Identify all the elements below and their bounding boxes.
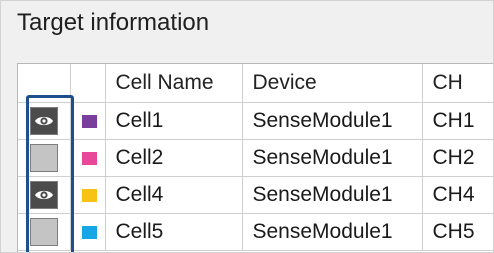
cell-name: Cell4 xyxy=(105,176,243,214)
cell-name: Cell5 xyxy=(105,213,243,251)
target-table: Cell Name Device CH Cell1 SenseModule1 C… xyxy=(17,63,493,252)
cell-name: Cell2 xyxy=(105,139,243,177)
eye-icon xyxy=(34,190,53,200)
color-cell xyxy=(70,176,106,214)
visibility-cell xyxy=(18,176,71,214)
color-cell xyxy=(70,213,106,251)
column-header-color[interactable] xyxy=(70,64,106,103)
color-swatch[interactable] xyxy=(81,114,97,128)
visibility-toggle[interactable] xyxy=(29,107,58,135)
table-row[interactable]: Cell5 SenseModule1 CH5 xyxy=(18,213,493,251)
table-header-row: Cell Name Device CH xyxy=(18,64,493,103)
target-information-panel: Target information Cell Name Device CH C… xyxy=(0,0,494,253)
table-row[interactable]: Cell2 SenseModule1 CH2 xyxy=(18,139,493,177)
color-swatch[interactable] xyxy=(81,188,97,202)
cell-name: Cell1 xyxy=(105,102,243,140)
visibility-toggle[interactable] xyxy=(29,181,58,209)
device-name: SenseModule1 xyxy=(242,213,423,251)
visibility-cell xyxy=(18,139,71,177)
visibility-toggle[interactable] xyxy=(29,144,58,172)
channel: CH4 xyxy=(422,176,493,214)
table-row[interactable]: Cell4 SenseModule1 CH4 xyxy=(18,176,493,214)
device-name: SenseModule1 xyxy=(242,176,423,214)
channel: CH5 xyxy=(422,213,493,251)
table-row[interactable]: Cell1 SenseModule1 CH1 xyxy=(18,102,493,140)
device-name: SenseModule1 xyxy=(242,102,423,140)
column-header-ch[interactable]: CH xyxy=(422,64,493,103)
column-header-cell-name[interactable]: Cell Name xyxy=(105,64,243,103)
panel-title: Target information xyxy=(17,9,210,36)
visibility-cell xyxy=(18,102,71,140)
color-cell xyxy=(70,102,106,140)
channel: CH2 xyxy=(422,139,493,177)
visibility-toggle[interactable] xyxy=(29,218,58,246)
eye-icon xyxy=(34,116,53,126)
visibility-cell xyxy=(18,213,71,251)
column-header-visibility[interactable] xyxy=(18,64,71,103)
column-header-device[interactable]: Device xyxy=(242,64,423,103)
channel: CH1 xyxy=(422,102,493,140)
color-swatch[interactable] xyxy=(81,151,97,165)
device-name: SenseModule1 xyxy=(242,139,423,177)
color-swatch[interactable] xyxy=(81,225,97,239)
color-cell xyxy=(70,139,106,177)
